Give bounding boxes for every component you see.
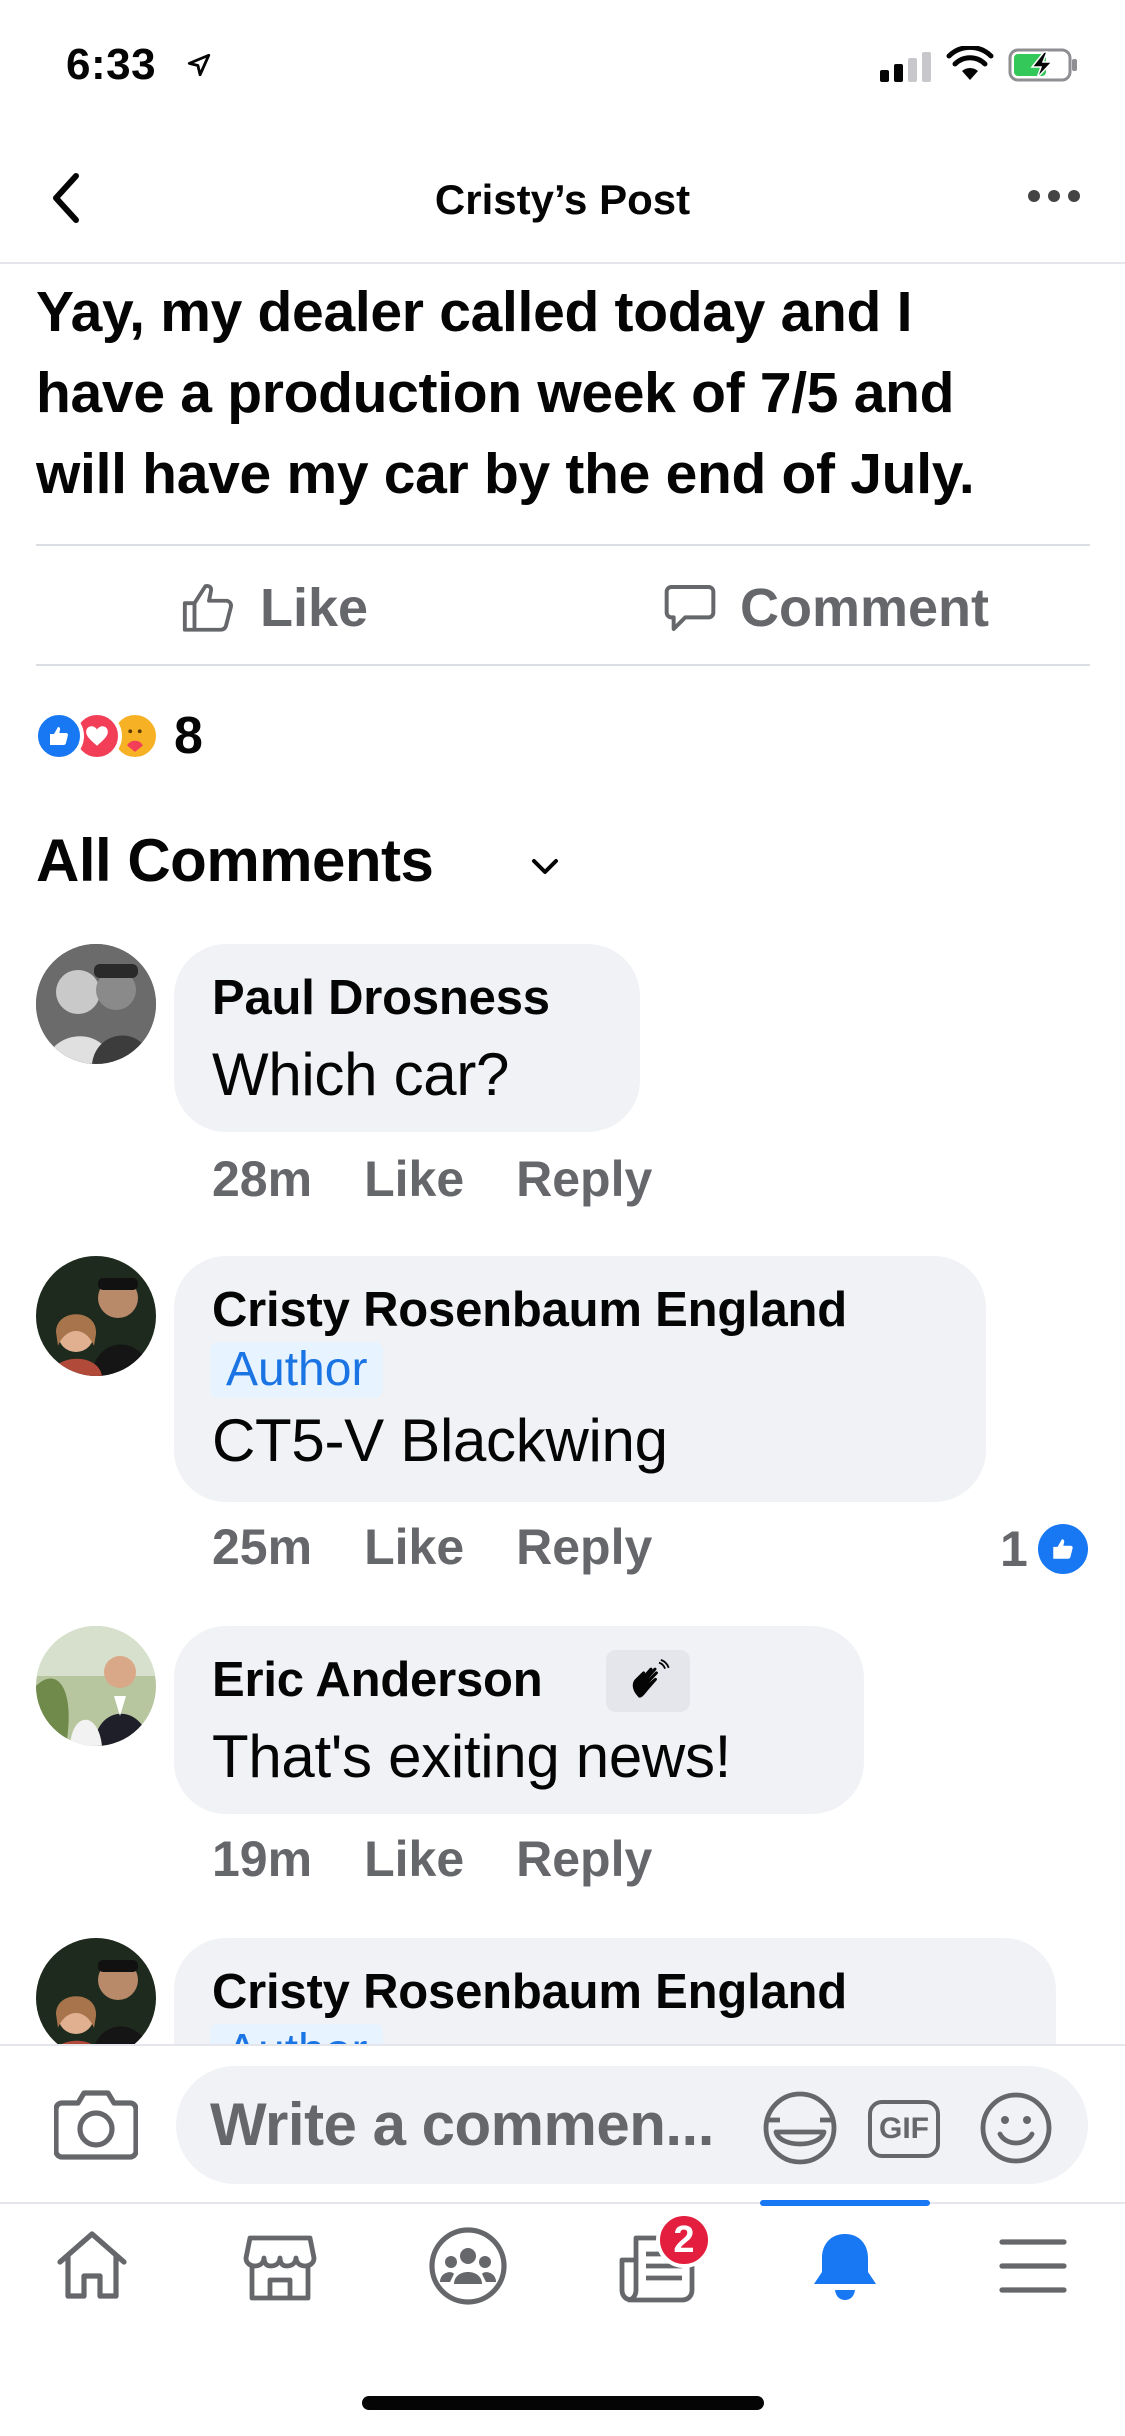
like-label: Like bbox=[260, 578, 369, 638]
groups-icon[interactable] bbox=[428, 2226, 508, 2306]
more-options-icon[interactable] bbox=[1026, 188, 1082, 204]
gif-label: GIF bbox=[879, 2112, 929, 2145]
emoji-icon[interactable] bbox=[978, 2090, 1054, 2166]
composer-divider bbox=[0, 2044, 1125, 2046]
author-badge: Author bbox=[210, 2024, 384, 2044]
comment-bubble-icon bbox=[664, 585, 716, 631]
comment-reply-button[interactable]: Reply bbox=[516, 1830, 652, 1888]
avatar[interactable] bbox=[36, 944, 156, 1064]
new-member-badge bbox=[606, 1650, 690, 1712]
comment-input-placeholder[interactable]: Write a commen... bbox=[210, 2090, 714, 2159]
author-badge-label: Author bbox=[210, 2024, 384, 2044]
comment-like-button[interactable]: Like bbox=[364, 1518, 464, 1576]
comment-text: Which car? bbox=[212, 1041, 510, 1108]
location-arrow-icon bbox=[187, 53, 211, 77]
page-title: Cristy’s Post bbox=[434, 176, 691, 223]
waving-hand-icon bbox=[632, 1659, 670, 1698]
post-line: Yay, my dealer called today and I bbox=[36, 280, 913, 344]
action-bar-bottom-divider bbox=[36, 664, 1090, 666]
comment-clip: Cristy Rosenbaum England Author bbox=[0, 1900, 1125, 2044]
comment-like-button[interactable]: Like bbox=[364, 1830, 464, 1888]
comment-author-name[interactable]: Paul Drosness bbox=[212, 970, 550, 1026]
comment-meta: 19m Like Reply bbox=[212, 1830, 652, 1888]
notifications-icon[interactable] bbox=[808, 2228, 882, 2304]
menu-icon[interactable] bbox=[998, 2236, 1068, 2296]
like-reaction-icon bbox=[34, 711, 84, 761]
comment-text: That's exiting news! bbox=[212, 1723, 732, 1790]
battery-charging-icon bbox=[1008, 48, 1077, 82]
cellular-signal-icon bbox=[880, 52, 931, 82]
chevron-down-icon[interactable] bbox=[530, 856, 560, 878]
comment-time[interactable]: 19m bbox=[212, 1830, 312, 1888]
reaction-count: 8 bbox=[174, 707, 203, 765]
home-indicator bbox=[362, 2396, 764, 2410]
comment-text: CT5-V Blackwing bbox=[212, 1407, 668, 1474]
status-time: 6:33 bbox=[66, 40, 157, 89]
comments-filter-label[interactable]: All Comments bbox=[36, 826, 434, 895]
comment-like-button[interactable]: Like bbox=[364, 1150, 464, 1208]
comment-time[interactable]: 25m bbox=[212, 1518, 312, 1576]
post-line: have a production week of 7/5 and bbox=[36, 361, 955, 425]
comment-author-name[interactable]: Cristy Rosenbaum England bbox=[212, 1964, 847, 2020]
thumbs-up-icon bbox=[182, 584, 233, 632]
comment-bubble: Eric Anderson That's exiting news! bbox=[174, 1626, 864, 1814]
comment-reply-button[interactable]: Reply bbox=[516, 1518, 652, 1576]
avatar[interactable] bbox=[36, 1938, 156, 2044]
header-divider bbox=[0, 262, 1125, 264]
author-badge-label: Author bbox=[210, 1342, 384, 1398]
comment-time[interactable]: 28m bbox=[212, 1150, 312, 1208]
comment-reaction-count: 1 bbox=[1000, 1521, 1028, 1577]
comment-bubble: Cristy Rosenbaum England Author CT5-V Bl… bbox=[174, 1256, 986, 1502]
notification-badge: 2 bbox=[656, 2212, 712, 2268]
comment-label: Comment bbox=[740, 578, 990, 638]
comment-reactions[interactable]: 1 bbox=[1000, 1520, 1088, 1578]
avatar[interactable] bbox=[36, 1256, 156, 1376]
post-text: Yay, my dealer called today and I have a… bbox=[36, 272, 1096, 515]
post-line: will have my car by the end of July. bbox=[36, 442, 975, 506]
like-reaction-icon bbox=[1037, 1524, 1088, 1574]
author-badge: Author bbox=[210, 1342, 384, 1398]
action-bar-top-divider bbox=[36, 544, 1090, 546]
comment-bubble: Paul Drosness Which car? bbox=[174, 944, 640, 1132]
wifi-icon bbox=[946, 46, 994, 80]
gif-button[interactable]: GIF bbox=[868, 2100, 940, 2158]
comment-button[interactable]: Comment bbox=[662, 568, 989, 648]
active-tab-indicator bbox=[760, 2200, 930, 2206]
comment-reply-button[interactable]: Reply bbox=[516, 1150, 652, 1208]
tabbar-divider bbox=[0, 2202, 1125, 2204]
camera-icon[interactable] bbox=[54, 2084, 138, 2162]
comment-author-name[interactable]: Cristy Rosenbaum England bbox=[212, 1282, 847, 1338]
comment-meta: 25m Like Reply bbox=[212, 1518, 652, 1576]
like-button[interactable]: Like bbox=[180, 568, 368, 648]
marketplace-icon[interactable] bbox=[242, 2232, 318, 2302]
comment-author-name[interactable]: Eric Anderson bbox=[212, 1652, 543, 1708]
reactions-summary[interactable]: 8 bbox=[34, 706, 203, 766]
avatar[interactable] bbox=[36, 1626, 156, 1746]
comment-meta: 28m Like Reply bbox=[212, 1150, 652, 1208]
avatar-sticker-icon[interactable] bbox=[760, 2088, 840, 2168]
home-icon[interactable] bbox=[54, 2228, 130, 2302]
comment-bubble: Cristy Rosenbaum England Author bbox=[174, 1938, 1056, 2044]
